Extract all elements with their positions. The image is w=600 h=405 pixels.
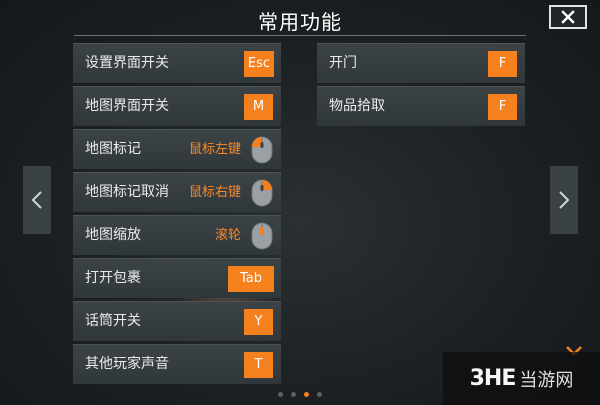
keybind-row: 设置界面开关 Esc (73, 43, 281, 83)
chevron-right-icon (559, 191, 570, 209)
page-dot[interactable] (278, 392, 283, 397)
keybind-label: 物品拾取 (329, 98, 385, 114)
mouse-icon[interactable] (250, 179, 274, 207)
key-badge[interactable]: M (244, 94, 273, 120)
keybind-row: 地图缩放 滚轮 (73, 215, 281, 255)
key-badge[interactable]: Y (244, 309, 273, 335)
right-keybind-column: 开门 F 物品拾取 F (317, 43, 525, 129)
key-badge[interactable]: F (488, 51, 517, 77)
mouse-icon[interactable] (250, 136, 274, 164)
key-badge[interactable]: Tab (228, 266, 274, 292)
keybind-label: 开门 (329, 55, 357, 71)
header-divider (74, 35, 526, 36)
keybind-row: 地图界面开关 M (73, 86, 281, 126)
watermark-text: 当游网 (519, 369, 574, 391)
keybind-row: 话筒开关 Y (73, 301, 281, 341)
close-button[interactable] (549, 5, 587, 29)
prev-page-button[interactable] (23, 166, 51, 234)
keybind-row: 物品拾取 F (317, 86, 525, 126)
page-dot[interactable] (291, 392, 296, 397)
mouse-binding-text: 鼠标左键 (188, 142, 241, 157)
mouse-binding-text: 滚轮 (214, 228, 241, 243)
keybind-label: 地图界面开关 (85, 98, 169, 114)
keybind-label: 设置界面开关 (85, 55, 169, 71)
keybind-label: 话筒开关 (85, 313, 141, 329)
left-keybind-column: 设置界面开关 Esc 地图界面开关 M 地图标记 鼠标左键 地图标记取消 鼠标右… (73, 43, 281, 387)
next-page-button[interactable] (550, 166, 578, 234)
keybind-row: 地图标记 鼠标左键 (73, 129, 281, 169)
page-title: 常用功能 (258, 10, 342, 34)
page-dot-active[interactable] (304, 392, 309, 397)
page-dot[interactable] (317, 392, 322, 397)
keybind-row: 地图标记取消 鼠标右键 (73, 172, 281, 212)
key-badge[interactable]: Esc (244, 51, 274, 77)
watermark: 3HE 当游网 (443, 352, 600, 405)
keybind-label: 地图标记 (85, 141, 141, 157)
key-badge[interactable]: F (488, 94, 517, 120)
chevron-left-icon (31, 191, 42, 209)
keybind-row: 开门 F (317, 43, 525, 83)
keybind-label: 地图标记取消 (85, 184, 169, 200)
watermark-logo: 3HE (469, 366, 517, 391)
keybind-row: 打开包裹 Tab (73, 258, 281, 298)
keybind-label: 打开包裹 (85, 270, 141, 286)
keybind-label: 其他玩家声音 (85, 356, 169, 372)
key-badge[interactable]: T (244, 352, 273, 378)
mouse-binding-text: 鼠标右键 (188, 185, 241, 200)
mouse-icon[interactable] (250, 222, 274, 250)
close-icon (561, 10, 575, 24)
keybind-row: 其他玩家声音 T (73, 344, 281, 384)
keybind-label: 地图缩放 (85, 227, 141, 243)
